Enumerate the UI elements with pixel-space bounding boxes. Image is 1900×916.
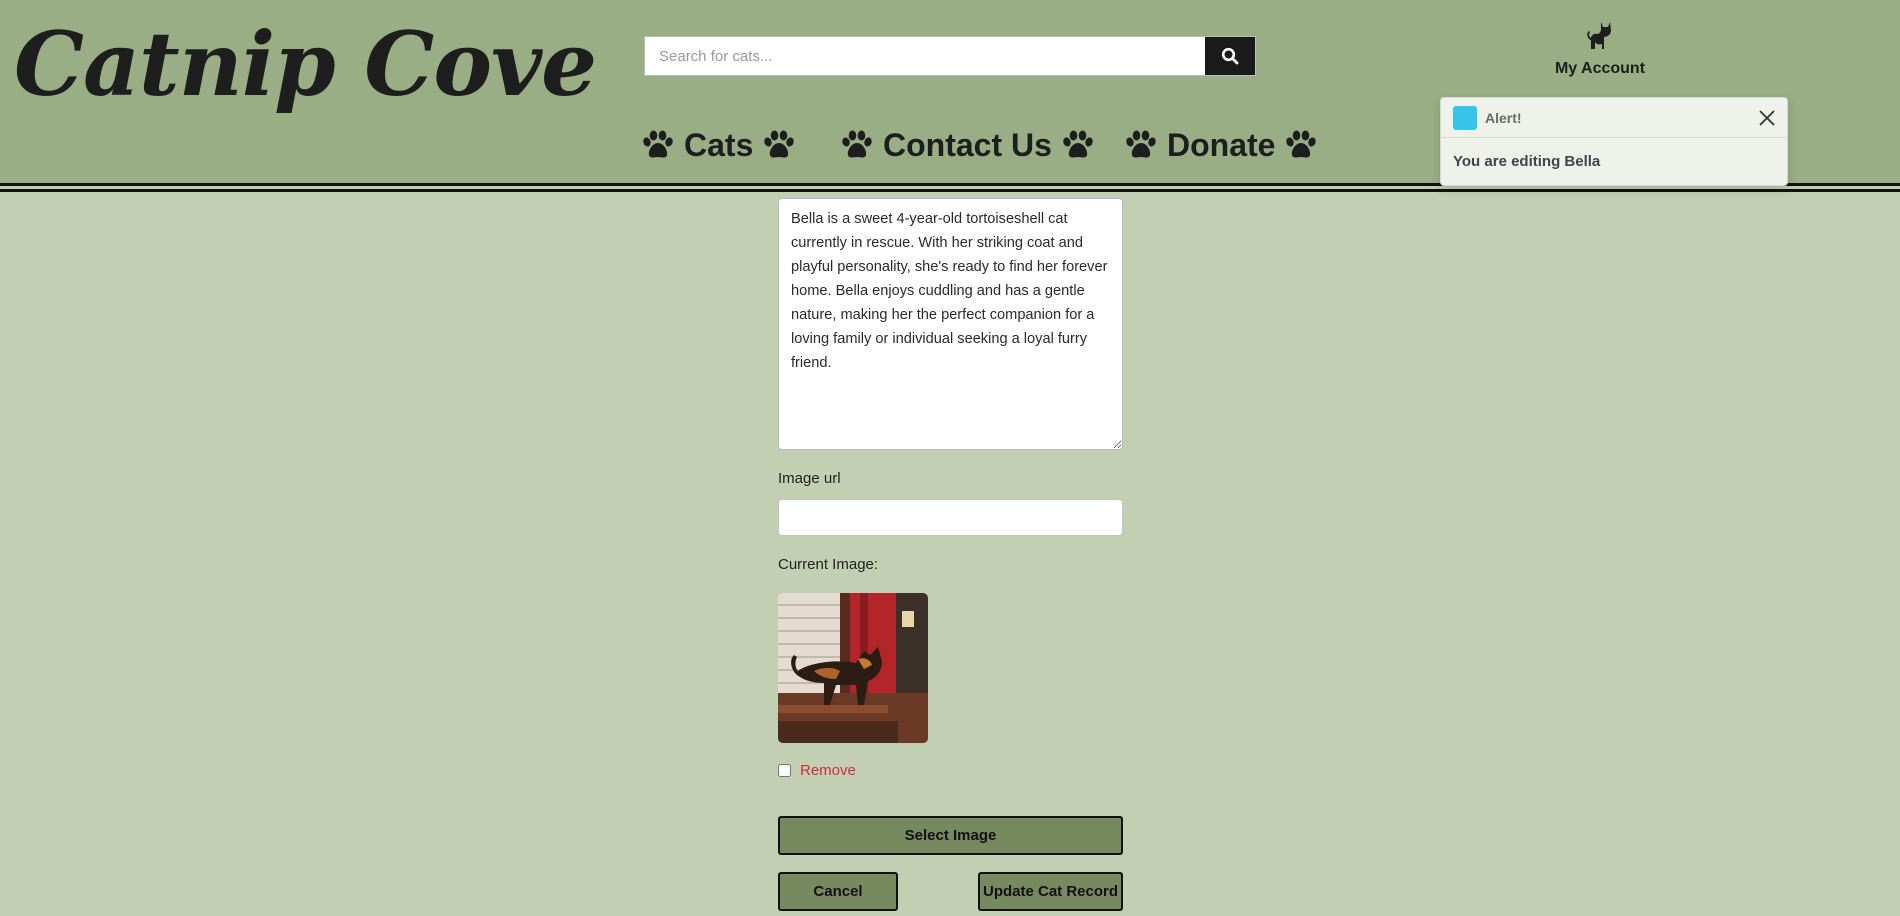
image-url-input[interactable] — [778, 499, 1123, 536]
current-cat-image — [778, 593, 928, 743]
search-icon — [1221, 47, 1239, 65]
search-input[interactable] — [645, 37, 1207, 75]
alert-header: Alert! — [1441, 98, 1787, 138]
search-button[interactable] — [1205, 37, 1255, 75]
remove-image-row: Remove — [778, 762, 856, 779]
nav-label: Donate — [1167, 126, 1276, 163]
select-image-button[interactable]: Select Image — [778, 816, 1123, 855]
my-account-link[interactable]: My Account — [1554, 18, 1646, 78]
paw-icon — [1062, 130, 1094, 160]
my-account-label: My Account — [1554, 60, 1646, 77]
nav-item-donate[interactable]: Donate — [1125, 124, 1317, 166]
remove-image-label[interactable]: Remove — [800, 762, 856, 779]
site-logo[interactable]: Catnip Cove — [14, 4, 597, 124]
paw-icon — [1125, 130, 1157, 160]
alert-color-indicator — [1453, 105, 1477, 130]
alert-toast: Alert! You are editing Bella — [1440, 97, 1788, 186]
nav-label: Cats — [684, 126, 754, 163]
paw-icon — [841, 130, 873, 160]
image-url-label: Image url — [778, 470, 841, 487]
nav-item-contact-us[interactable]: Contact Us — [841, 124, 1094, 166]
paw-icon — [763, 130, 795, 160]
paw-icon — [642, 130, 674, 160]
alert-message: You are editing Bella — [1453, 153, 1601, 170]
header-divider — [0, 189, 1900, 192]
paw-icon — [1285, 130, 1317, 160]
cat-icon — [1587, 22, 1611, 49]
nav-item-cats[interactable]: Cats — [642, 124, 795, 166]
search-bar — [644, 36, 1256, 76]
update-cat-record-button[interactable]: Update Cat Record — [978, 872, 1123, 911]
cancel-button[interactable]: Cancel — [778, 872, 898, 911]
remove-image-checkbox[interactable] — [778, 764, 791, 777]
alert-title: Alert! — [1485, 109, 1522, 126]
description-textarea[interactable]: Bella is a sweet 4-year-old tortoiseshel… — [778, 198, 1123, 450]
edit-cat-form: Bella is a sweet 4-year-old tortoiseshel… — [778, 198, 1123, 911]
current-image-label: Current Image: — [778, 556, 879, 573]
nav-label: Contact Us — [883, 126, 1052, 163]
close-icon[interactable] — [1757, 108, 1777, 128]
